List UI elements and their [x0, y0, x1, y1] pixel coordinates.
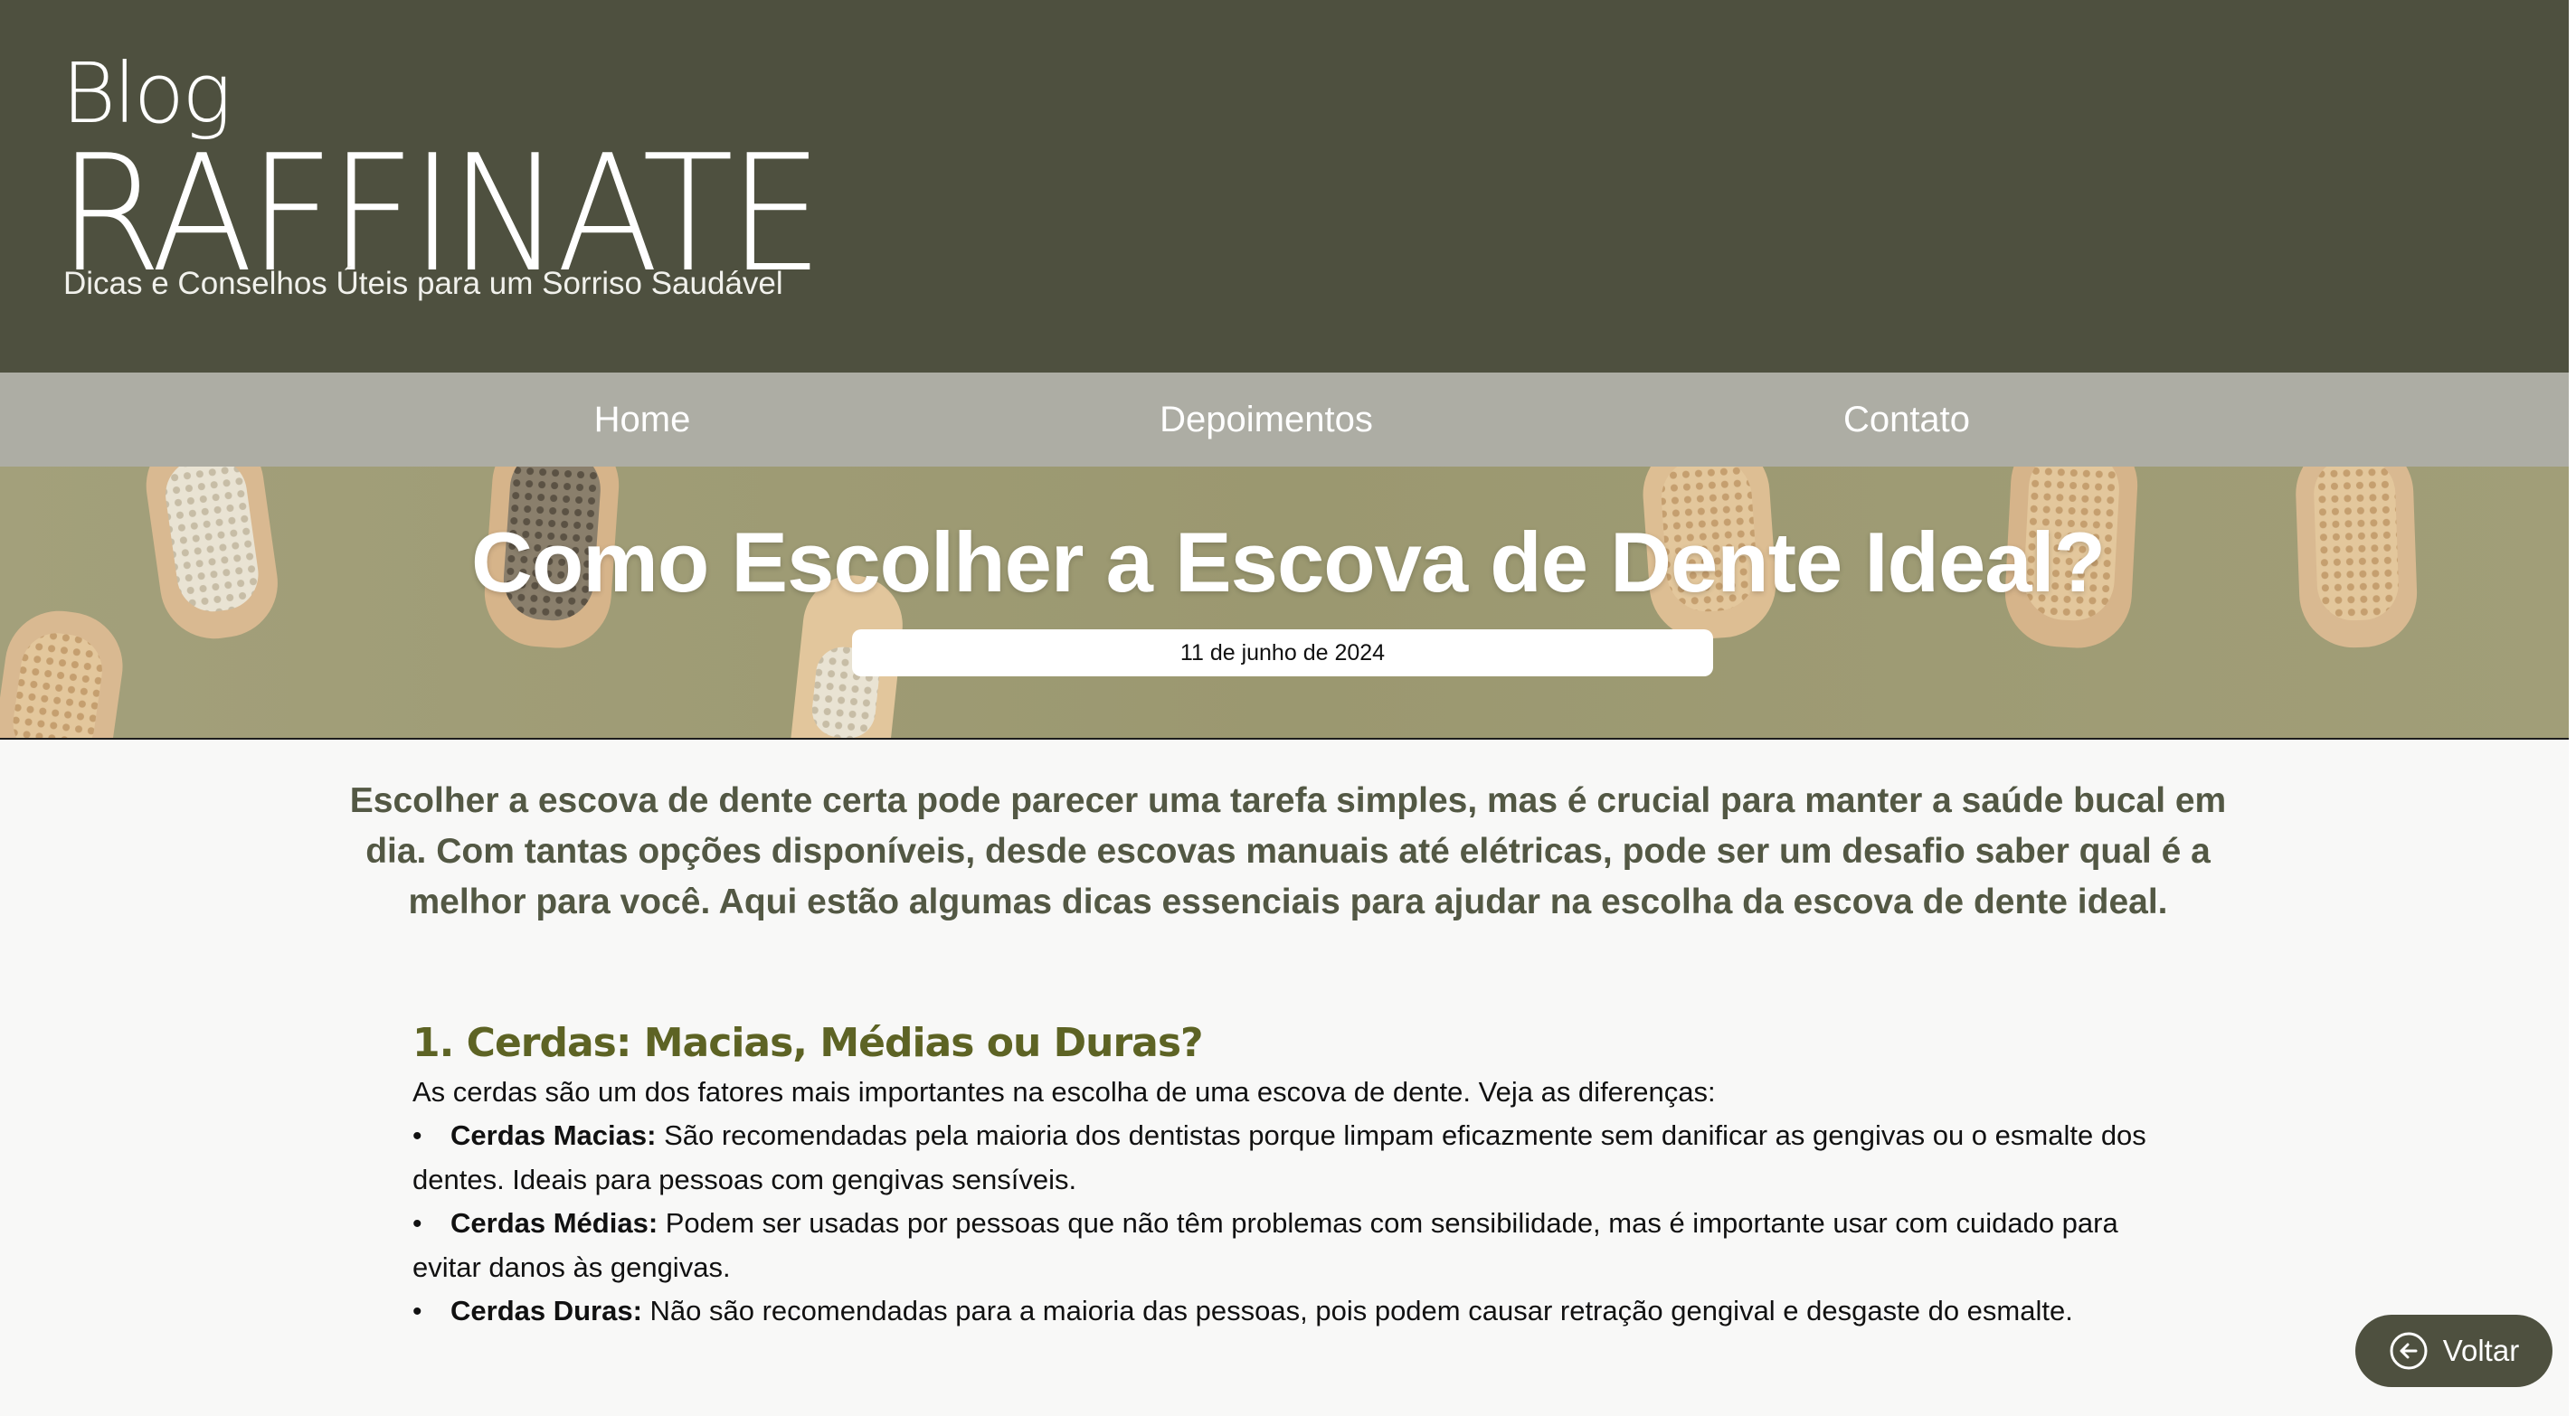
list-item-term: Cerdas Duras:	[450, 1295, 642, 1326]
list-item-text: São recomendadas pela maioria dos dentis…	[412, 1119, 2146, 1195]
back-button[interactable]: Voltar	[2355, 1315, 2552, 1387]
list-item: • Cerdas Médias: Podem ser usadas por pes…	[412, 1202, 2185, 1289]
list-item: • Cerdas Macias: São recomendadas pela ma…	[412, 1114, 2185, 1202]
section-title: 1. Cerdas: Macias, Médias ou Duras?	[412, 1020, 1204, 1066]
site-header: Blog RAFFINATE Dicas e Conselhos Úteis p…	[0, 0, 2576, 373]
list-item: • Cerdas Duras: Não são recomendadas para…	[412, 1289, 2185, 1334]
brand-tagline: Dicas e Conselhos Úteis para um Sorriso …	[63, 266, 783, 301]
bullet-icon: •	[412, 1297, 422, 1326]
divider	[0, 738, 2576, 740]
article-title: Como Escolher a Escova de Dente Ideal?	[470, 514, 2106, 609]
back-button-label: Voltar	[2442, 1334, 2520, 1367]
hero-banner: Como Escolher a Escova de Dente Ideal? 1…	[0, 467, 2576, 738]
main-nav: Home Depoimentos Contato	[0, 373, 2576, 467]
nav-item-home[interactable]: Home	[416, 373, 868, 467]
bristles-list: • Cerdas Macias: São recomendadas pela ma…	[412, 1114, 2185, 1334]
window-edge	[2569, 0, 2576, 1416]
bullet-icon: •	[412, 1209, 422, 1239]
section-lead: As cerdas são um dos fatores mais import…	[412, 1076, 1716, 1108]
arrow-left-circle-icon	[2390, 1332, 2428, 1370]
article-intro: Escolher a escova de dente certa pode pa…	[349, 781, 2227, 921]
list-item-term: Cerdas Médias:	[450, 1207, 658, 1239]
nav-item-depoimentos[interactable]: Depoimentos	[1040, 373, 1492, 467]
list-item-term: Cerdas Macias:	[450, 1119, 657, 1151]
nav-item-contato[interactable]: Contato	[1681, 373, 2133, 467]
bullet-icon: •	[412, 1121, 422, 1151]
article-section-bristles: 1. Cerdas: Macias, Médias ou Duras? As c…	[412, 1016, 2185, 1334]
article-date: 11 de junho de 2024	[852, 629, 1713, 676]
list-item-text: Não são recomendadas para a maioria das …	[641, 1295, 2073, 1326]
list-item-text: Podem ser usadas por pessoas que não têm…	[412, 1207, 2118, 1283]
